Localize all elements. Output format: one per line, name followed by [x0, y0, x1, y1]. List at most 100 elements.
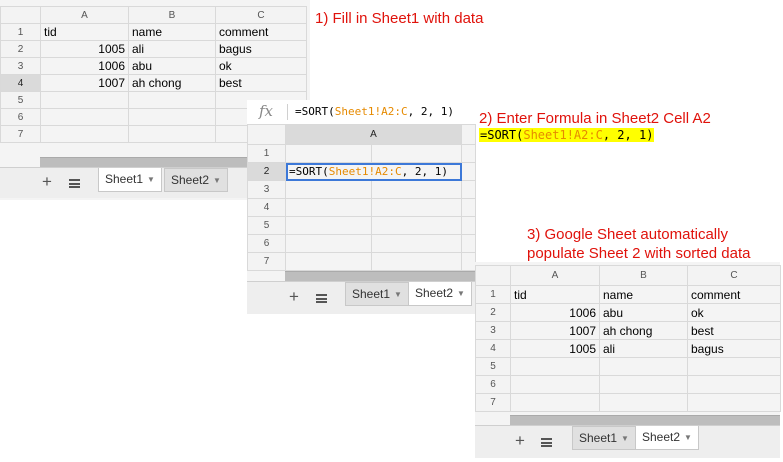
cell-a2-formula[interactable]: =SORT(Sheet1!A2:C, 2, 1)	[285, 162, 462, 181]
column-header-a[interactable]: A	[285, 124, 462, 145]
cell-a6[interactable]	[285, 234, 372, 253]
cell-c3[interactable]: ok	[215, 57, 307, 75]
cell-c2[interactable]: ok	[687, 303, 781, 322]
cell-c7[interactable]	[687, 393, 781, 412]
row-header-2[interactable]: 2	[247, 162, 286, 181]
cell-a6[interactable]	[510, 375, 600, 394]
cell-a3[interactable]: 1006	[40, 57, 129, 75]
tab-sheet2[interactable]: Sheet2 ▼	[164, 168, 228, 192]
row-header-3[interactable]: 3	[247, 180, 286, 199]
cell-a3[interactable]	[285, 180, 372, 199]
cell-a7[interactable]	[285, 252, 372, 271]
cell-b1[interactable]: name	[599, 285, 688, 304]
cell-c5[interactable]	[687, 357, 781, 376]
cell-b4[interactable]	[371, 198, 462, 217]
tab-sheet1[interactable]: Sheet1 ▼	[572, 426, 636, 450]
row-header-5[interactable]: 5	[475, 357, 511, 376]
all-sheets-menu-icon[interactable]	[541, 438, 552, 447]
cell-c2[interactable]: bagus	[215, 40, 307, 58]
cell-c4[interactable]: best	[215, 74, 307, 92]
cell-b3[interactable]: ah chong	[599, 321, 688, 340]
row-header-6[interactable]: 6	[475, 375, 511, 394]
row-header-4[interactable]: 4	[247, 198, 286, 217]
cell-b7[interactable]	[371, 252, 462, 271]
tab-sheet2[interactable]: Sheet2 ▼	[408, 282, 472, 306]
tab-sheet2[interactable]: Sheet2 ▼	[635, 426, 699, 450]
corner-cell[interactable]	[0, 6, 41, 24]
cell-b1[interactable]	[371, 144, 462, 163]
row-header-1[interactable]: 1	[475, 285, 511, 304]
column-header-b[interactable]: B	[599, 265, 688, 286]
cell-c1[interactable]: comment	[687, 285, 781, 304]
add-sheet-icon[interactable]: +	[42, 172, 52, 192]
cell-a7[interactable]	[510, 393, 600, 412]
cell-c6[interactable]	[461, 234, 476, 253]
formula-input[interactable]: =SORT(Sheet1!A2:C, 2, 1)	[295, 105, 454, 118]
add-sheet-icon[interactable]: +	[515, 431, 525, 451]
cell-a5[interactable]	[40, 91, 129, 109]
all-sheets-menu-icon[interactable]	[69, 179, 80, 188]
cell-b4[interactable]: ali	[599, 339, 688, 358]
row-header-7[interactable]: 7	[0, 125, 41, 143]
row-header-6[interactable]: 6	[247, 234, 286, 253]
row-header-1[interactable]: 1	[0, 23, 41, 41]
row-header-3[interactable]: 3	[475, 321, 511, 340]
cell-a4[interactable]: 1005	[510, 339, 600, 358]
cell-b7[interactable]	[599, 393, 688, 412]
cell-b5[interactable]	[599, 357, 688, 376]
cell-c1[interactable]	[461, 144, 476, 163]
cell-b5[interactable]	[371, 216, 462, 235]
all-sheets-menu-icon[interactable]	[316, 294, 327, 303]
cell-c4[interactable]: bagus	[687, 339, 781, 358]
cell-b2[interactable]: ali	[128, 40, 216, 58]
row-header-2[interactable]: 2	[0, 40, 41, 58]
add-sheet-icon[interactable]: +	[289, 287, 299, 307]
row-header-2[interactable]: 2	[475, 303, 511, 322]
cell-c6[interactable]	[687, 375, 781, 394]
cell-c5[interactable]	[461, 216, 476, 235]
cell-b6[interactable]	[371, 234, 462, 253]
cell-b6[interactable]	[599, 375, 688, 394]
column-header-c[interactable]: C	[215, 6, 307, 24]
horizontal-scrollbar[interactable]	[285, 271, 475, 281]
cell-a1[interactable]: tid	[40, 23, 129, 41]
row-header-7[interactable]: 7	[475, 393, 511, 412]
tab-sheet1[interactable]: Sheet1 ▼	[345, 282, 409, 306]
cell-a1[interactable]: tid	[510, 285, 600, 304]
cell-c3[interactable]	[461, 180, 476, 199]
cell-b5[interactable]	[128, 91, 216, 109]
cell-b3[interactable]	[371, 180, 462, 199]
cell-a3[interactable]: 1007	[510, 321, 600, 340]
cell-a5[interactable]	[510, 357, 600, 376]
row-header-4[interactable]: 4	[475, 339, 511, 358]
row-header-7[interactable]: 7	[247, 252, 286, 271]
cell-a4[interactable]	[285, 198, 372, 217]
cell-c3[interactable]: best	[687, 321, 781, 340]
cell-b3[interactable]: abu	[128, 57, 216, 75]
row-header-6[interactable]: 6	[0, 108, 41, 126]
cell-c1[interactable]: comment	[215, 23, 307, 41]
column-header-b[interactable]	[461, 124, 476, 145]
cell-a1[interactable]	[285, 144, 372, 163]
cell-c7[interactable]	[461, 252, 476, 271]
cell-a6[interactable]	[40, 108, 129, 126]
cell-a2[interactable]: 1006	[510, 303, 600, 322]
row-header-5[interactable]: 5	[0, 91, 41, 109]
cell-a7[interactable]	[40, 125, 129, 143]
tab-sheet1[interactable]: Sheet1 ▼	[98, 168, 162, 192]
cell-b2[interactable]: abu	[599, 303, 688, 322]
cell-b6[interactable]	[128, 108, 216, 126]
column-header-a[interactable]: A	[510, 265, 600, 286]
cell-b4[interactable]: ah chong	[128, 74, 216, 92]
row-header-1[interactable]: 1	[247, 144, 286, 163]
column-header-a[interactable]: A	[40, 6, 129, 24]
column-header-b[interactable]: B	[128, 6, 216, 24]
cell-a2[interactable]: 1005	[40, 40, 129, 58]
column-header-c[interactable]: C	[687, 265, 781, 286]
cell-c2[interactable]	[461, 162, 476, 181]
row-header-5[interactable]: 5	[247, 216, 286, 235]
cell-c4[interactable]	[461, 198, 476, 217]
horizontal-scrollbar[interactable]	[510, 415, 780, 425]
row-header-3[interactable]: 3	[0, 57, 41, 75]
cell-b7[interactable]	[128, 125, 216, 143]
